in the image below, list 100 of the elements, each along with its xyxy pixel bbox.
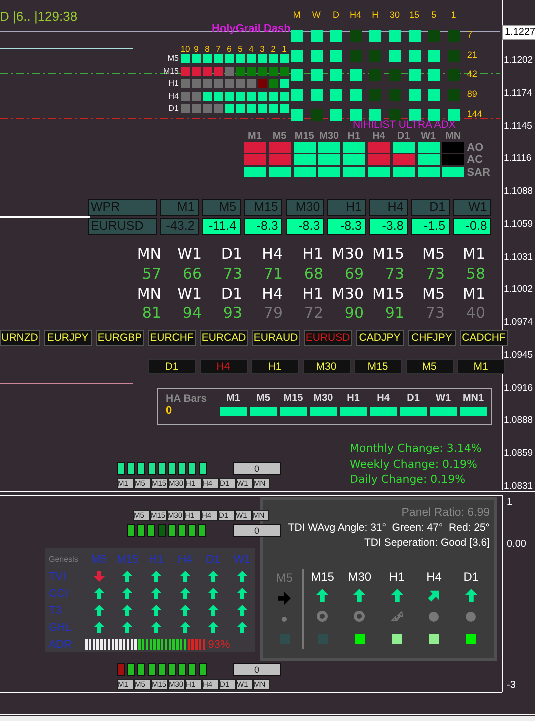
up-arrow-icon	[150, 571, 162, 582]
timeframe-button[interactable]: H1	[251, 359, 299, 374]
symbol-button[interactable]: CADCHF	[460, 330, 508, 346]
timeframe-label: MN	[136, 284, 162, 304]
row-label: 7	[467, 30, 474, 40]
strength-value: 66	[182, 264, 202, 285]
status-text: D |6.. |129:38	[0, 9, 78, 24]
symbol-button[interactable]: EURUSD	[304, 330, 352, 346]
panel-title: Genesis	[49, 555, 78, 564]
symbol-button[interactable]: EURCHF	[148, 330, 196, 346]
up-arrow-icon	[150, 622, 162, 633]
column-header: H1	[389, 570, 405, 584]
column-header: 7	[215, 44, 222, 54]
adr-reading: 93%	[208, 638, 230, 650]
column-header: 5	[237, 44, 244, 54]
column-header: 5	[430, 10, 438, 20]
price-label: 1.1031	[504, 252, 534, 264]
row-label: M15	[163, 66, 180, 76]
timeframe-button[interactable]: M15	[354, 359, 402, 374]
column-header: M5	[276, 570, 293, 586]
table-cell: -3.8	[369, 218, 408, 235]
count-box: 0	[233, 524, 281, 537]
symbol-button[interactable]: EURCAD	[200, 330, 248, 346]
up-arrow-icon	[208, 588, 220, 599]
dot-icon	[282, 616, 288, 622]
timeframe-label: M5	[422, 284, 445, 304]
column-header: 15	[408, 10, 421, 20]
column-header: D1	[206, 554, 221, 566]
column-header: M1	[226, 393, 242, 405]
symbol-button[interactable]: CHFJPY	[408, 330, 456, 346]
timeframe-button[interactable]: M5	[406, 359, 454, 374]
price-label: 1.1116	[504, 153, 533, 166]
price-label: 1.0831	[504, 480, 534, 493]
table-header: H1	[327, 199, 366, 216]
diagonal-arrow-icon	[428, 589, 441, 602]
table-header: H4	[369, 199, 408, 216]
timeframe-label: MN	[136, 245, 162, 265]
strength-value: 71	[262, 264, 283, 285]
timeframe-label: M1	[462, 284, 486, 304]
column-header: H4	[178, 554, 192, 566]
column-header: H1	[346, 131, 362, 142]
timeframe-button[interactable]: M1	[457, 359, 505, 374]
column-header: M1	[247, 131, 263, 142]
symbol-button[interactable]: URNZD	[0, 330, 40, 346]
table-header: W1	[452, 199, 492, 216]
row-label: ADR	[49, 638, 72, 650]
up-arrow-icon	[150, 605, 162, 616]
timeframe-label: M15	[371, 284, 404, 304]
column-header: M5	[92, 554, 107, 566]
up-arrow-icon	[150, 588, 162, 599]
column-header: M15	[311, 570, 334, 584]
column-header: M5	[256, 393, 272, 405]
column-header: D1	[406, 393, 421, 405]
angle-text: TDI WAvg Angle: 31° Green: 47° Red: 25°	[288, 521, 490, 536]
dot-icon	[429, 612, 440, 622]
down-arrow-icon	[94, 571, 105, 582]
up-arrow-icon	[122, 622, 134, 633]
symbol-button[interactable]: EURGBP	[96, 330, 144, 346]
table-header: D1	[411, 199, 450, 216]
up-arrow-icon	[353, 589, 366, 602]
strength-value: 79	[262, 304, 283, 324]
column-header: M30	[318, 131, 340, 142]
column-header: 1	[450, 10, 458, 20]
timeframe-label: D1	[220, 245, 242, 265]
column-header: MN1	[462, 393, 486, 405]
symbol-button[interactable]: EURJPY	[44, 330, 92, 346]
up-arrow-icon	[390, 589, 404, 602]
strength-value: 73	[424, 264, 445, 285]
count-label: 0	[166, 405, 174, 417]
up-arrow-icon	[316, 589, 330, 602]
up-arrow-icon	[180, 571, 191, 582]
up-arrow-icon	[180, 605, 191, 616]
column-header: 2	[270, 44, 277, 54]
timeframe-button[interactable]: H4	[200, 359, 248, 374]
panel-ratio-text: Panel Ratio: 6.99	[402, 506, 490, 521]
column-header: H1	[346, 393, 361, 405]
price-label: 1.0916	[504, 382, 534, 394]
strength-value: 69	[344, 264, 364, 285]
timeframe-button[interactable]: M30	[302, 359, 350, 374]
table-cell: -8.3	[244, 218, 282, 235]
up-arrow-icon	[180, 588, 191, 599]
change-text: Weekly Change: 0.19%	[350, 456, 478, 472]
column-header: H4	[372, 131, 386, 142]
table-cell: -43.2	[160, 218, 199, 235]
timeframe-button[interactable]: D1	[148, 359, 196, 374]
column-header: 10	[181, 44, 190, 54]
table-header: M1	[160, 199, 199, 216]
row-label: 89	[467, 89, 478, 100]
row-label: H4	[168, 92, 180, 101]
symbol-button[interactable]: EURAUD	[252, 330, 300, 346]
column-header: M5	[272, 131, 288, 142]
symbol-button[interactable]: CADJPY	[356, 330, 404, 346]
row-label: SAR	[467, 166, 492, 179]
timeframe-label: H1	[302, 284, 324, 304]
column-header: H4	[376, 393, 391, 405]
up-arrow-icon	[180, 622, 191, 633]
count-box: 0	[233, 462, 281, 475]
row-label: GHL	[49, 622, 72, 634]
strength-value: 40	[465, 304, 486, 324]
axis-label: 0.00	[507, 539, 526, 550]
